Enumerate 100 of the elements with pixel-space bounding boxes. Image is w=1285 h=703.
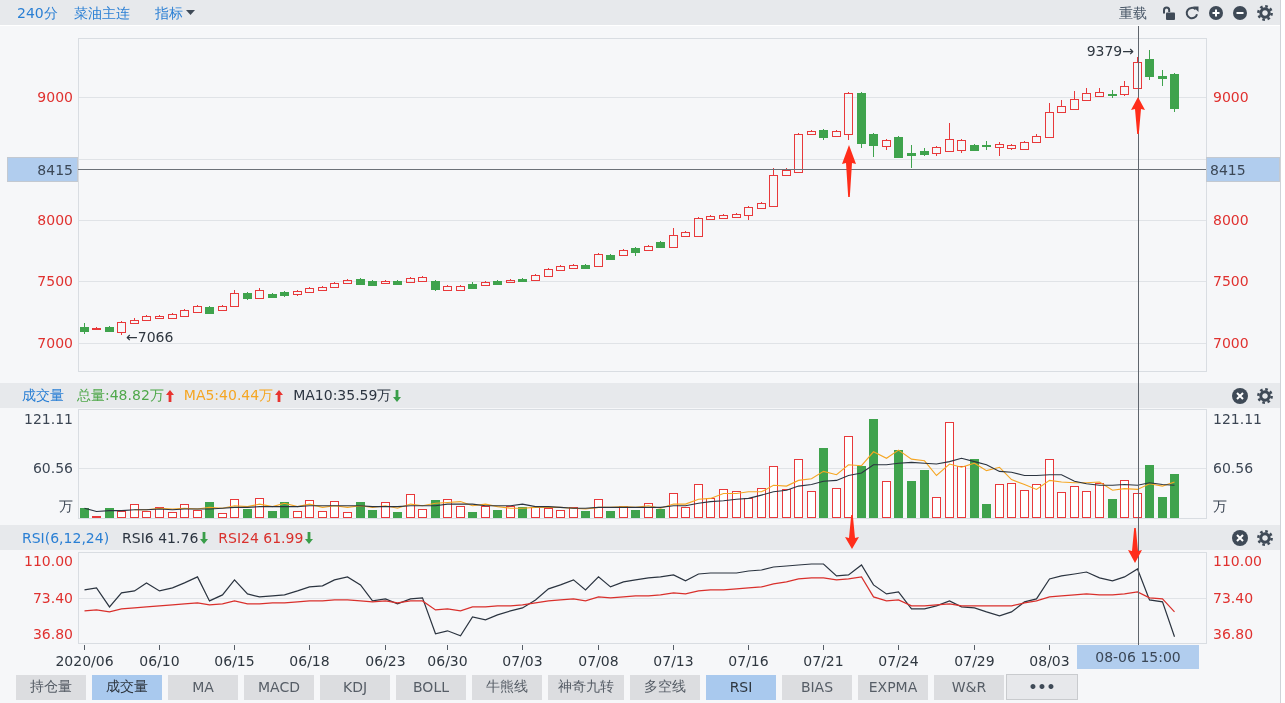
volume-bar <box>1007 483 1016 518</box>
crosshair-time-label: 08-06 15:00 <box>1077 645 1199 669</box>
refresh-icon[interactable] <box>1185 5 1199 20</box>
indicator-tab[interactable]: BIAS <box>782 674 852 700</box>
candle <box>280 291 289 297</box>
candle <box>268 293 277 298</box>
volume-bar <box>907 481 916 518</box>
price-axis-label: 7000 <box>37 335 73 351</box>
candle <box>1032 134 1041 143</box>
volume-bar <box>180 504 189 518</box>
candle <box>481 281 490 286</box>
more-button[interactable]: ••• <box>1006 674 1078 700</box>
indicator-tab[interactable]: KDJ <box>320 674 390 700</box>
candle <box>794 133 803 173</box>
candle <box>1170 73 1179 112</box>
plus-circle-icon[interactable] <box>1209 5 1223 20</box>
volume-bar <box>1133 493 1142 518</box>
indicator-tab[interactable]: EXPMA <box>858 674 928 700</box>
date-axis-label: 06/23 <box>365 653 406 669</box>
candle <box>356 278 365 285</box>
candle <box>719 214 728 219</box>
volume-bar <box>1032 484 1041 518</box>
candle <box>556 265 565 271</box>
indicator-tab[interactable]: RSI <box>706 674 776 700</box>
candle <box>669 228 678 248</box>
candle <box>857 92 866 148</box>
legend-label: 总量:48.82万 <box>77 386 164 405</box>
indicator-tab[interactable]: MACD <box>244 674 314 700</box>
volume-bar <box>656 509 665 518</box>
rsi-axis-label: 73.40 <box>32 589 73 606</box>
candle <box>92 327 101 330</box>
candle <box>619 249 628 256</box>
volume-bar <box>1108 499 1117 518</box>
volume-bar <box>431 500 440 518</box>
date-axis-label: 2020/06 <box>55 653 114 669</box>
indicator-tab[interactable]: 牛熊线 <box>472 674 542 700</box>
volume-axis-label: 60.56 <box>32 460 73 477</box>
indicator-menu-button[interactable]: 指标 <box>154 3 195 22</box>
volume-bar <box>142 511 151 518</box>
candle <box>155 315 164 319</box>
volume-bar <box>857 466 866 518</box>
volume-bar <box>293 511 302 518</box>
candle <box>631 247 640 256</box>
volume-bar <box>305 500 314 518</box>
candle <box>1133 57 1142 89</box>
date-axis-label: 08/03 <box>1029 653 1070 669</box>
candle <box>1007 144 1016 150</box>
candle <box>1108 90 1117 98</box>
crosshair-price-label: 8415 <box>1206 157 1280 182</box>
candle <box>343 279 352 284</box>
candle <box>1070 91 1079 110</box>
indicator-tab[interactable]: 成交量 <box>92 674 162 700</box>
volume-bar <box>970 459 979 518</box>
padlock-icon[interactable] <box>1162 5 1175 20</box>
candle <box>393 280 402 285</box>
volume-bar <box>1170 474 1179 518</box>
close-icon[interactable] <box>1232 529 1248 546</box>
candle <box>844 92 853 140</box>
candle <box>656 241 665 248</box>
period-selector[interactable]: 240分 <box>17 3 58 22</box>
candle <box>1095 88 1104 97</box>
candle <box>744 206 753 220</box>
indicator-tab[interactable]: MA <box>168 674 238 700</box>
volume-bar <box>819 448 828 518</box>
indicator-tab[interactable]: 持仓量 <box>16 674 86 700</box>
volume-bar <box>368 510 377 518</box>
minus-circle-icon[interactable] <box>1233 5 1247 20</box>
date-axis-label: 07/03 <box>502 653 543 669</box>
symbol-selector[interactable]: 菜油主连 <box>73 3 130 22</box>
indicator-tab[interactable]: 神奇九转 <box>548 674 624 700</box>
settings-icon[interactable] <box>1257 4 1273 21</box>
volume-bar <box>631 510 640 518</box>
caret-icon <box>185 10 195 15</box>
indicator-tab[interactable]: 多空线 <box>630 674 700 700</box>
candle <box>907 145 916 168</box>
volume-axis-label: 60.56 <box>1213 460 1254 477</box>
reload-button[interactable]: 重载 <box>1119 3 1147 22</box>
settings-icon[interactable] <box>1257 387 1273 404</box>
date-axis-label: 07/16 <box>728 653 769 669</box>
volume-bar <box>393 512 402 518</box>
volume-bar <box>456 506 465 518</box>
candle <box>180 309 189 317</box>
axis-unit-label: 万 <box>1213 498 1227 514</box>
candle <box>644 245 653 251</box>
settings-icon[interactable] <box>1257 529 1273 546</box>
price-axis-label: 7500 <box>1213 273 1249 290</box>
candle <box>807 130 816 135</box>
volume-bar <box>681 507 690 518</box>
volume-bar <box>920 470 929 518</box>
indicator-tab[interactable]: W&R <box>934 674 1004 700</box>
volume-bar <box>594 499 603 518</box>
close-icon[interactable] <box>1232 387 1248 404</box>
indicator-tab[interactable]: BOLL <box>396 674 466 700</box>
volume-bar <box>343 512 352 518</box>
candle <box>105 326 114 332</box>
volume-bar <box>744 498 753 518</box>
rsi-axis-label: 36.80 <box>32 626 73 642</box>
legend-label: MA10:35.59万 <box>293 386 392 405</box>
volume-bar <box>318 511 327 518</box>
volume-bar <box>406 494 415 518</box>
